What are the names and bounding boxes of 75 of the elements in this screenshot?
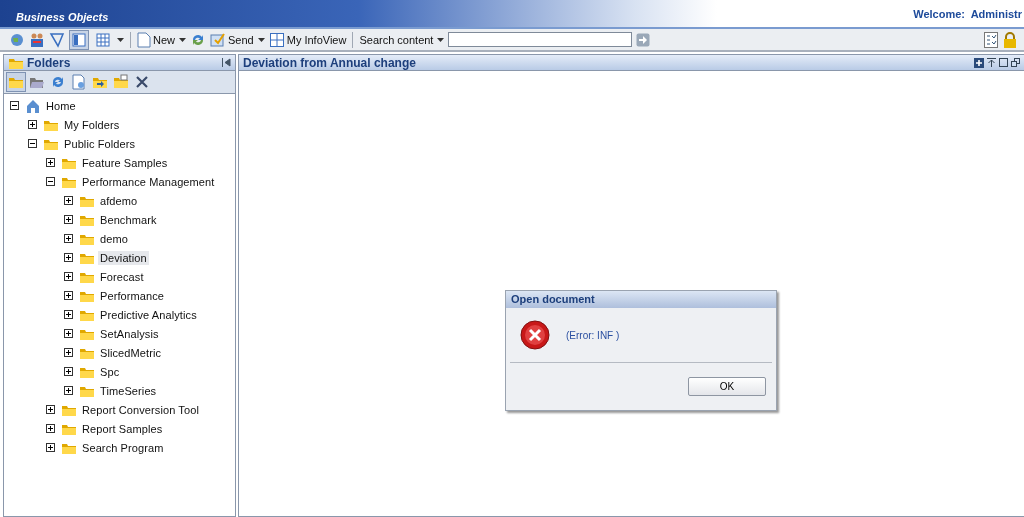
panel-title: Deviation from Annual change <box>243 55 416 70</box>
panel-title: Folders <box>27 55 71 70</box>
caret-icon[interactable] <box>117 37 124 42</box>
expand-icon[interactable] <box>64 386 73 395</box>
restore-icon[interactable] <box>1011 58 1020 67</box>
collapse-icon[interactable] <box>10 101 19 110</box>
copy-folder-icon <box>113 74 129 90</box>
house-icon <box>25 97 41 114</box>
tree-item[interactable]: Predictive Analytics <box>98 307 199 322</box>
tree-item[interactable]: Home <box>44 98 78 113</box>
tree-item[interactable]: Report Samples <box>80 421 165 436</box>
welcome-text: Welcome: Administr <box>913 7 1022 20</box>
infoview-button[interactable]: My InfoView <box>268 31 347 48</box>
expand-icon[interactable] <box>64 272 73 281</box>
caret-icon[interactable] <box>437 37 445 42</box>
people-icon[interactable] <box>29 31 45 48</box>
expand-icon[interactable] <box>64 196 73 205</box>
checked-box-icon <box>210 31 226 48</box>
expand-icon[interactable] <box>46 158 55 167</box>
expand-icon[interactable] <box>64 234 73 243</box>
logo-text: Business Objects <box>16 10 109 23</box>
tree-item[interactable]: afdemo <box>98 193 140 208</box>
tree-item[interactable]: demo <box>98 231 130 246</box>
tree-item[interactable]: Spc <box>98 364 122 379</box>
grid-icon <box>268 31 285 48</box>
globe-icon[interactable] <box>9 31 25 48</box>
error-icon[interactable] <box>520 320 550 350</box>
tree-item[interactable]: SetAnalysis <box>98 326 161 341</box>
padlock-icon[interactable] <box>1002 31 1018 48</box>
collapse-icon[interactable] <box>28 139 37 148</box>
tree-item[interactable]: My Folders <box>62 117 122 132</box>
collapse-panel-icon[interactable] <box>222 58 231 67</box>
checklist-icon[interactable] <box>984 31 998 48</box>
page-icon <box>137 31 151 48</box>
tree-item[interactable]: Benchmark <box>98 212 159 227</box>
error-message: (Error: INF ) <box>566 329 620 341</box>
tree-item[interactable]: Performance <box>98 288 167 303</box>
expand-icon[interactable] <box>64 329 73 338</box>
expand-icon[interactable] <box>64 215 73 224</box>
pin-top-icon[interactable] <box>987 58 996 67</box>
search-field[interactable] <box>448 32 633 47</box>
tree-item[interactable]: TimeSeries <box>98 383 159 398</box>
search-scope-dropdown[interactable]: Search content <box>359 33 434 46</box>
tree-item[interactable]: Deviation <box>98 250 149 265</box>
send-button[interactable]: Send <box>210 31 254 48</box>
tree-item[interactable]: Search Program <box>80 440 166 455</box>
caret-icon[interactable] <box>257 37 265 42</box>
add-icon[interactable] <box>974 57 984 68</box>
refresh-icon <box>50 74 66 90</box>
tree-item[interactable]: Public Folders <box>62 136 138 151</box>
expand-icon[interactable] <box>64 253 73 262</box>
ok-button[interactable]: OK <box>688 377 766 396</box>
layout-button[interactable] <box>69 29 89 50</box>
dialog-title: Open document <box>506 291 776 308</box>
tree-item[interactable]: Report Conversion Tool <box>80 402 201 417</box>
tree-item[interactable]: Performance Management <box>80 174 217 189</box>
grid-icon <box>95 31 111 48</box>
collapse-icon[interactable] <box>46 177 55 186</box>
tree-item[interactable]: SlicedMetric <box>98 345 164 360</box>
maximize-icon[interactable] <box>999 58 1008 67</box>
new-button[interactable]: New <box>137 31 175 48</box>
tree-item[interactable]: Forecast <box>98 269 146 284</box>
expand-icon[interactable] <box>64 291 73 300</box>
expand-icon[interactable] <box>64 367 73 376</box>
caret-icon[interactable] <box>179 37 186 42</box>
delete-icon <box>134 74 150 90</box>
expand-icon[interactable] <box>64 310 73 319</box>
panel-layout-icon <box>71 31 87 48</box>
document-icon <box>71 74 87 90</box>
expand-icon[interactable] <box>46 424 55 433</box>
expand-icon[interactable] <box>46 405 55 414</box>
tree-item[interactable]: Feature Samples <box>80 155 170 170</box>
expand-icon[interactable] <box>64 348 73 357</box>
expand-icon[interactable] <box>28 120 37 129</box>
expand-icon[interactable] <box>46 443 55 452</box>
